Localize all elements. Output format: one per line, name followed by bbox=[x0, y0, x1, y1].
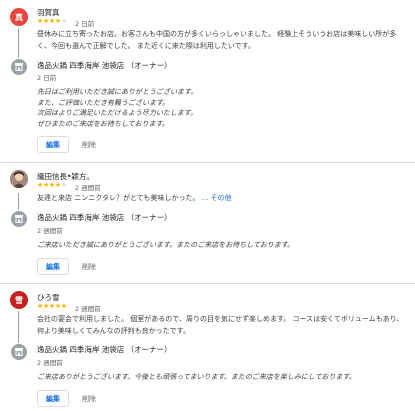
delete-button[interactable]: 削除 bbox=[82, 390, 96, 407]
review-text: 昼休みに立ち寄ったお店。お客さんも中国の方が多くいらっしゃいました。 経験上そう… bbox=[37, 30, 397, 50]
more-link[interactable]: ... その他 bbox=[202, 194, 232, 202]
review-date: 2 週間前 bbox=[75, 305, 101, 313]
edit-button[interactable]: 編集 bbox=[37, 258, 69, 275]
owner-reply-date: 2 日前 bbox=[37, 74, 57, 82]
avatar[interactable]: 真 bbox=[10, 8, 28, 26]
owner-name: 逸品火鍋 四季海岸 池袋店 （オーナー） bbox=[37, 213, 172, 222]
avatar[interactable] bbox=[10, 170, 28, 188]
star-rating: ★★★★★ bbox=[37, 17, 67, 25]
owner-reply-text: ご来店ありがとうございます。今後とも頑張ってまいります。またのご来店を楽しみにし… bbox=[37, 373, 356, 381]
review-date: 2 週間前 bbox=[75, 184, 101, 192]
thread-line bbox=[18, 29, 19, 58]
owner-reply-text: ご来店いただき誠にありがとうございます。またのご来店をお待ちしております。 bbox=[37, 241, 295, 249]
owner-name: 逸品火鍋 四季海岸 池袋店 （オーナー） bbox=[37, 61, 172, 70]
owner-name: 逸品火鍋 四季海岸 池袋店 （オーナー） bbox=[37, 345, 172, 354]
owner-reply-date: 2 週間前 bbox=[37, 227, 63, 235]
delete-button[interactable]: 削除 bbox=[82, 258, 96, 275]
review-text: 会社の宴会で利用しました。 個室があるので、周りの目を気にせず楽しめます。 コー… bbox=[37, 315, 404, 335]
review-date: 2 日前 bbox=[75, 20, 95, 28]
divider bbox=[0, 162, 415, 163]
edit-button[interactable]: 編集 bbox=[37, 136, 69, 153]
thread-line bbox=[18, 311, 19, 343]
thread-line bbox=[18, 193, 19, 210]
review-text: 友達と来店 ニンニクタレ？がとても美味しかった。 ... その他 bbox=[37, 194, 232, 202]
edit-button[interactable]: 編集 bbox=[37, 390, 69, 407]
owner-reply-text: 先日はご利用いただき誠にありがとうございます。 また、ご評価いただき有難うござい… bbox=[37, 88, 198, 128]
store-icon bbox=[11, 344, 27, 360]
avatar[interactable]: 雪 bbox=[10, 291, 28, 309]
star-rating: ★★★★★ bbox=[37, 181, 67, 189]
delete-button[interactable]: 削除 bbox=[82, 136, 96, 153]
store-icon bbox=[11, 59, 27, 75]
owner-reply-date: 2 週間前 bbox=[37, 359, 63, 367]
star-rating: ★★★★★ bbox=[37, 302, 67, 310]
store-icon bbox=[11, 211, 27, 227]
divider bbox=[0, 283, 415, 284]
